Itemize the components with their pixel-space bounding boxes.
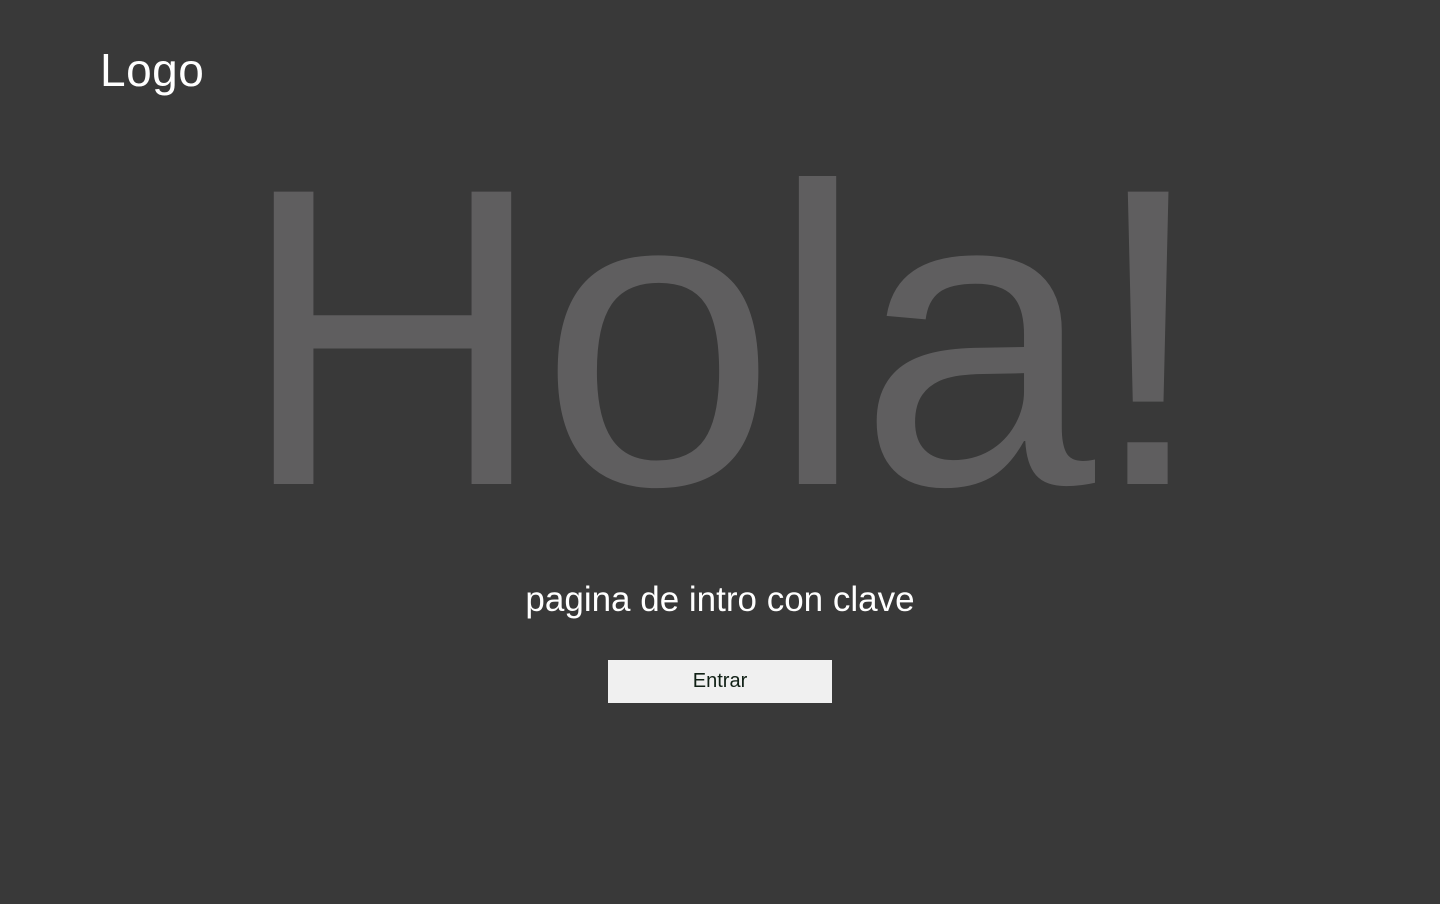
logo[interactable]: Logo xyxy=(100,40,204,100)
page-subtitle: pagina de intro con clave xyxy=(525,580,915,619)
enter-button[interactable]: Entrar xyxy=(608,660,832,703)
intro-page: Logo Hola! pagina de intro con clave Ent… xyxy=(0,0,1440,904)
hero-title: Hola! xyxy=(238,100,1207,575)
